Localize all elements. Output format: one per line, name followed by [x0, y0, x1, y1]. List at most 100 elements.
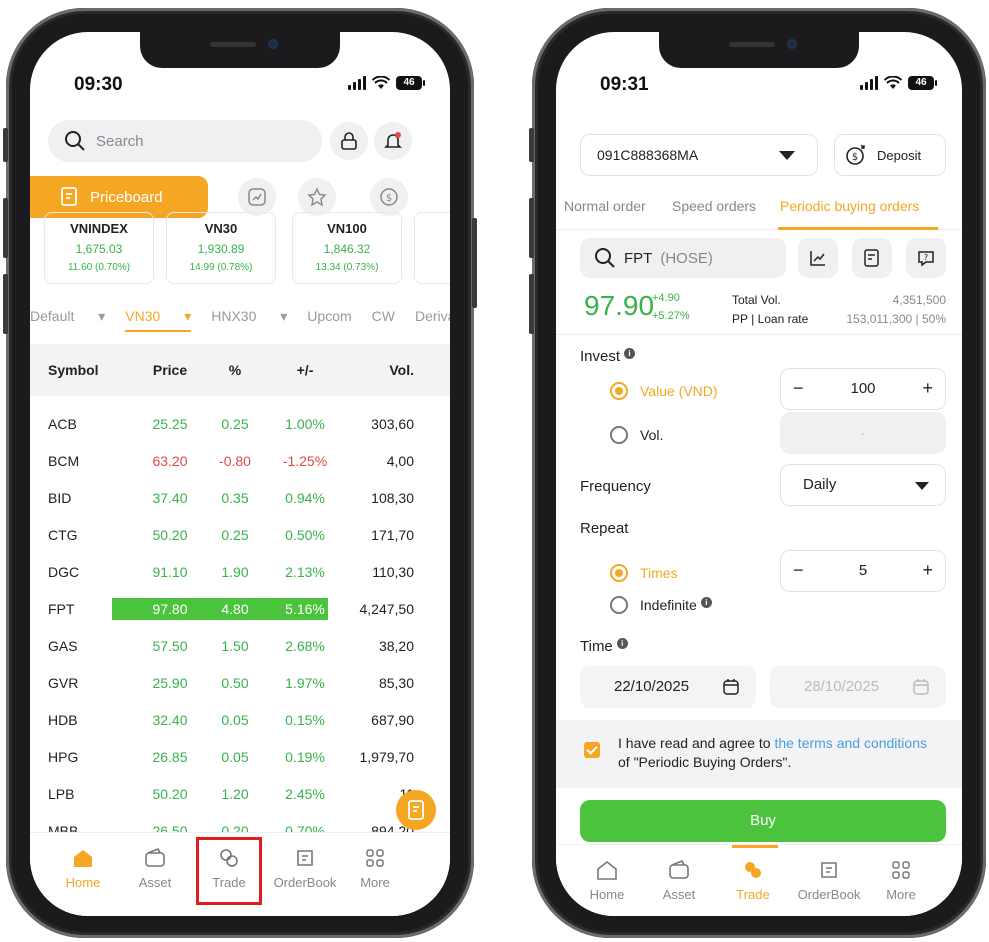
radio-indefinite[interactable] — [610, 596, 628, 614]
filter-vn30[interactable]: VN30 ▾ — [125, 308, 192, 332]
nav-home[interactable]: Home — [572, 859, 642, 902]
status-bar: 09:31 46 — [556, 74, 962, 98]
help-icon: ? — [918, 251, 934, 267]
floating-action-button[interactable] — [396, 790, 436, 830]
table-row[interactable]: ACB 25.25 0.25 1.00% 303,60 — [30, 406, 450, 443]
filter-deriva[interactable]: Deriva — [415, 308, 450, 332]
signal-icon — [860, 76, 878, 90]
table-row[interactable]: FPT 97.80 4.80 5.16% 4,247,50 — [30, 591, 450, 628]
nav-label: Trade — [736, 887, 770, 902]
watchlist-tab-button[interactable] — [298, 178, 336, 216]
frequency-select[interactable]: Daily — [780, 464, 946, 506]
table-row[interactable]: LPB50.201.202.45%11 — [30, 776, 450, 813]
chart-button[interactable] — [798, 238, 838, 278]
nav-asset[interactable]: Asset — [120, 847, 190, 890]
index-value: 1,846.32 — [323, 242, 371, 256]
caret-down-icon — [779, 151, 795, 160]
wifi-icon — [372, 76, 390, 89]
active-tab-underline — [778, 227, 938, 230]
nav-orderbook[interactable]: OrderBook — [268, 847, 342, 890]
index-card-vn30[interactable]: VN30 1,930.89 14.99 (0.78%) — [166, 212, 276, 284]
search-input[interactable]: Search — [48, 120, 322, 162]
nav-label: OrderBook — [273, 875, 337, 890]
terms-suffix: of "Periodic Buying Orders". — [618, 754, 792, 770]
filter-upcom[interactable]: Upcom — [307, 308, 351, 332]
otp-button[interactable] — [330, 122, 368, 160]
tab-normal-order[interactable]: Normal order — [564, 198, 646, 214]
radio-times[interactable] — [610, 564, 628, 582]
svg-text:$: $ — [386, 193, 392, 204]
account-select[interactable]: 091C888368MA — [580, 134, 818, 176]
frequency-label: Frequency — [580, 478, 651, 495]
symbol-cell: BID — [48, 490, 72, 506]
symbol-search[interactable]: FPT (HOSE) — [580, 238, 786, 278]
terms-link[interactable]: the terms and conditions — [774, 735, 927, 751]
table-row[interactable]: GAS 57.50 1.50 2.68% 38,20 — [30, 628, 450, 665]
deposit-tab-button[interactable]: $ — [370, 178, 408, 216]
invest-amount-stepper[interactable]: − 100 + — [780, 368, 946, 410]
filter-label: VN30 — [125, 308, 161, 324]
notification-button[interactable] — [374, 122, 412, 160]
table-row[interactable]: GVR 25.90 0.50 1.97% 85,30 — [30, 665, 450, 702]
order-note-button[interactable] — [852, 238, 892, 278]
info-icon[interactable]: i — [624, 348, 636, 359]
power-button — [472, 218, 477, 308]
plus-icon[interactable]: + — [922, 560, 933, 581]
mute-switch — [529, 128, 534, 162]
header-symbol[interactable]: Symbol — [48, 344, 99, 396]
radio-value[interactable] — [610, 382, 628, 400]
radio-vol[interactable] — [610, 426, 628, 444]
info-icon[interactable]: i — [616, 638, 628, 649]
change-cell: 0.25 — [221, 527, 249, 543]
price-cell: 26.85 — [152, 749, 188, 765]
vol-input[interactable]: - — [780, 412, 946, 454]
buy-button[interactable]: Buy — [580, 800, 946, 842]
deposit-button[interactable]: $ Deposit — [834, 134, 946, 176]
help-button[interactable]: ? — [906, 238, 946, 278]
nav-asset[interactable]: Asset — [644, 859, 714, 902]
info-icon[interactable]: i — [700, 597, 712, 608]
pct-cell: 0.19% — [285, 749, 325, 765]
repeat-count-stepper[interactable]: − 5 + — [780, 550, 946, 592]
nav-orderbook[interactable]: OrderBook — [792, 859, 866, 902]
table-row[interactable]: BID 37.40 0.35 0.94% 108,30 — [30, 480, 450, 517]
filter-hnx30[interactable]: HNX30 ▾ — [211, 308, 287, 332]
pp-label: PP | Loan rate — [732, 312, 809, 326]
table-row[interactable]: HPG 26.85 0.05 0.19% 1,979,70 — [30, 739, 450, 776]
start-date-picker[interactable]: 22/10/2025 — [580, 666, 756, 708]
table-row[interactable]: CTG 50.20 0.25 0.50% 171,70 — [30, 517, 450, 554]
table-row[interactable]: DGC 91.10 1.90 2.13% 110,30 — [30, 554, 450, 591]
tab-periodic-buying-orders[interactable]: Periodic buying orders — [780, 198, 919, 214]
filter-default[interactable]: Default ▾ — [30, 308, 105, 332]
change-cell: 1.50 — [221, 638, 249, 654]
header-vol[interactable]: Vol. — [340, 344, 414, 396]
table-row[interactable]: BCM 63.20 -0.80 -1.25% 4,00 — [30, 443, 450, 480]
index-card-vn100[interactable]: VN100 1,846.32 13.34 (0.73%) — [292, 212, 402, 284]
header-change[interactable]: +/- — [270, 344, 340, 396]
note-icon — [864, 249, 879, 267]
price-cell: 50.20 — [152, 527, 188, 543]
frequency-value: Daily — [803, 476, 837, 493]
caret-down-icon — [915, 482, 929, 490]
tab-speed-orders[interactable]: Speed orders — [672, 198, 756, 214]
index-card-vnindex[interactable]: VNINDEX 1,675.03 11.60 (0.70%) — [44, 212, 154, 284]
plus-icon[interactable]: + — [922, 378, 933, 399]
repeat-count: 5 — [858, 562, 868, 579]
header-price[interactable]: Price — [130, 344, 210, 396]
header-pct[interactable]: % — [200, 344, 270, 396]
index-card-partial[interactable] — [414, 212, 450, 284]
filter-cw[interactable]: CW — [372, 308, 395, 332]
nav-label: Asset — [138, 875, 172, 890]
chart-tab-button[interactable] — [238, 178, 276, 216]
invest-label: Invest i — [580, 348, 636, 365]
nav-more[interactable]: More — [340, 847, 410, 890]
index-change: 11.60 (0.70%) — [67, 262, 131, 273]
table-row[interactable]: HDB 32.40 0.05 0.15% 687,90 — [30, 702, 450, 739]
symbol-cell: FPT — [48, 601, 75, 617]
nav-more[interactable]: More — [866, 859, 936, 902]
nav-home[interactable]: Home — [48, 847, 118, 890]
terms-checkbox[interactable] — [584, 742, 600, 758]
end-date-picker[interactable]: 28/10/2025 — [770, 666, 946, 708]
filter-bar: Default ▾ VN30 ▾ HNX30 ▾ Upcom CW Deriva — [30, 308, 450, 332]
nav-trade[interactable]: Trade — [718, 859, 788, 902]
